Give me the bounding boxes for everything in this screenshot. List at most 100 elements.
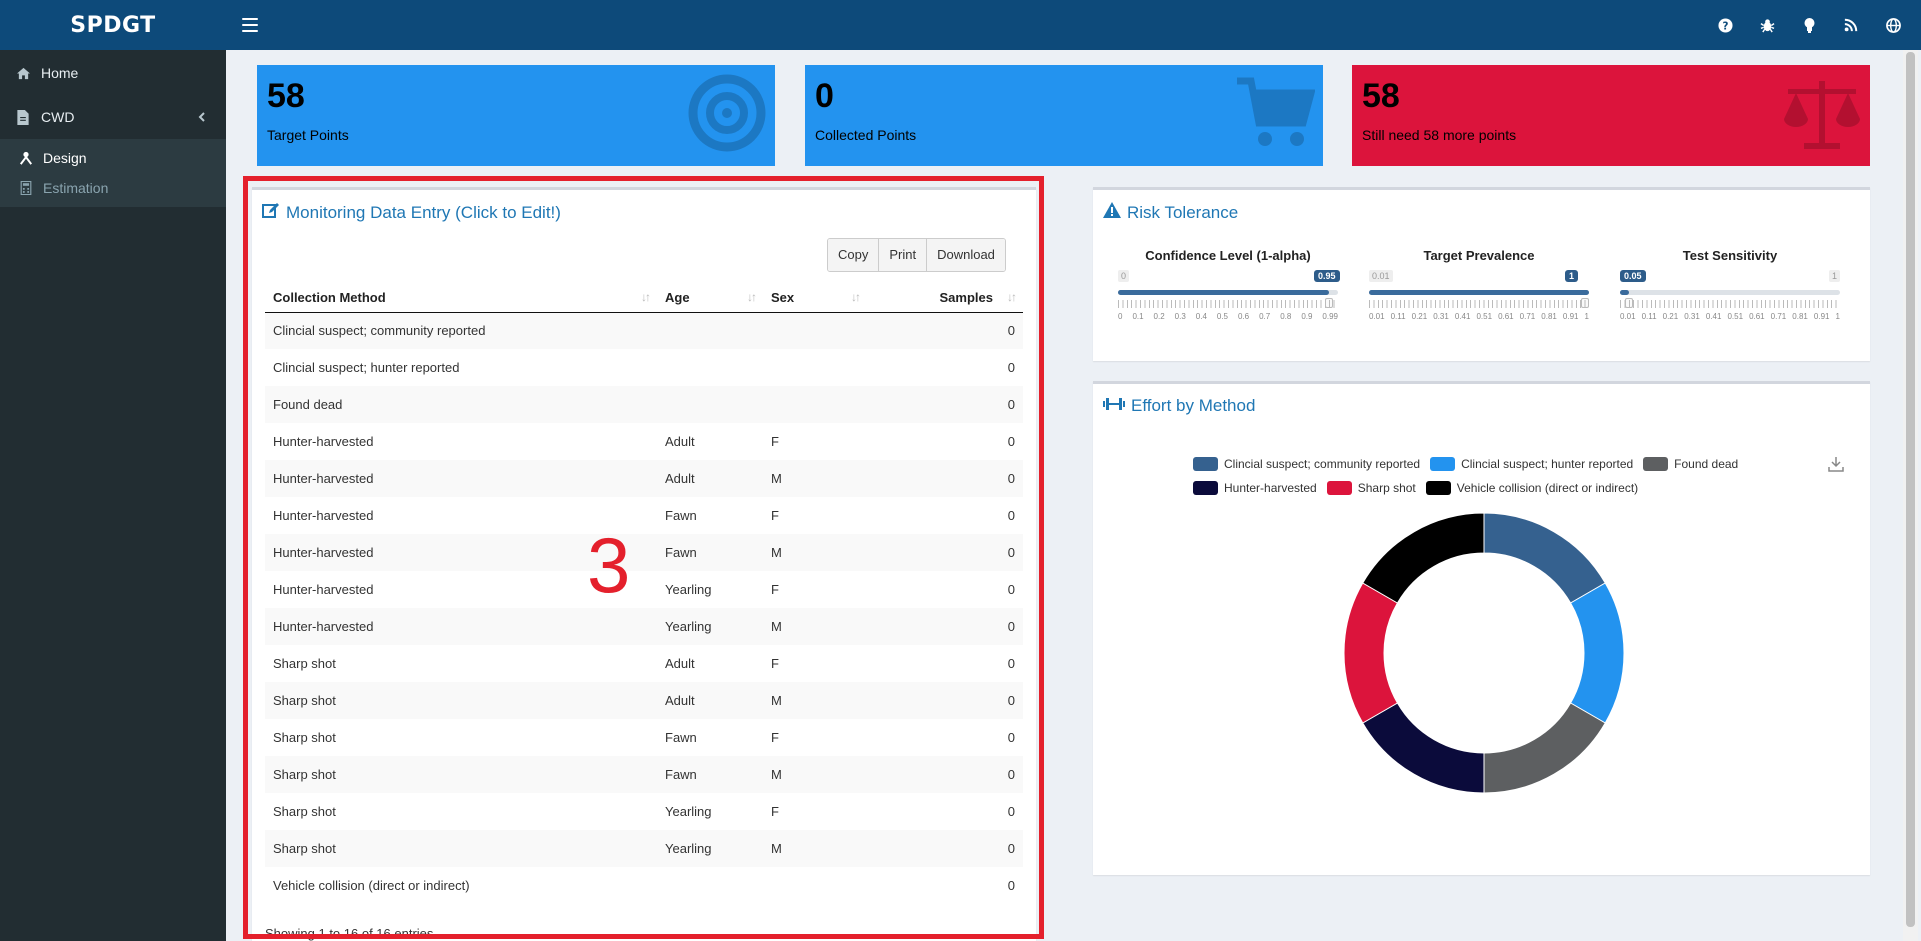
legend-item[interactable]: Sharp shot	[1326, 481, 1416, 495]
sex-cell[interactable]	[763, 312, 867, 349]
samples-cell[interactable]: 0	[867, 534, 1023, 571]
slider-2[interactable]: Target Prevalence 0.01 1 0.01 0.11 0.21 0.31 0.…	[1369, 248, 1589, 328]
age-cell[interactable]	[657, 312, 763, 349]
table-row[interactable]: Clincial suspect; community reported 0	[265, 312, 1023, 349]
samples-cell[interactable]: 0	[867, 682, 1023, 719]
samples-cell[interactable]: 0	[867, 423, 1023, 460]
table-row[interactable]: Clincial suspect; hunter reported 0	[265, 349, 1023, 386]
column-header-sex[interactable]: Sex ↓↑	[763, 284, 867, 313]
donut-slice[interactable]	[1362, 702, 1485, 794]
sidebar-item-estimation[interactable]: Estimation	[0, 173, 226, 203]
method-cell[interactable]: Sharp shot	[265, 719, 657, 756]
donut-slice[interactable]	[1569, 582, 1625, 724]
sex-cell[interactable]: M	[763, 608, 867, 645]
method-cell[interactable]: Clincial suspect; community reported	[265, 312, 657, 349]
table-row[interactable]: Sharp shot Adult M 0	[265, 682, 1023, 719]
copy-button[interactable]: Copy	[828, 239, 880, 271]
sex-cell[interactable]: F	[763, 571, 867, 608]
table-row[interactable]: Hunter-harvested Yearling F 0	[265, 571, 1023, 608]
sex-cell[interactable]: F	[763, 497, 867, 534]
slider-3[interactable]: Test Sensitivity 1 0.05 0.01 0.11 0.21 0.31 0.4…	[1620, 248, 1840, 328]
donut-slice[interactable]	[1483, 702, 1606, 794]
method-cell[interactable]: Sharp shot	[265, 793, 657, 830]
method-cell[interactable]: Hunter-harvested	[265, 460, 657, 497]
age-cell[interactable]: Yearling	[657, 608, 763, 645]
age-cell[interactable]: Yearling	[657, 571, 763, 608]
samples-cell[interactable]: 0	[867, 867, 1023, 904]
page-scrollbar[interactable]	[1903, 50, 1918, 941]
sex-cell[interactable]: M	[763, 534, 867, 571]
sex-cell[interactable]	[763, 386, 867, 423]
column-header-age[interactable]: Age ↓↑	[657, 284, 763, 313]
samples-cell[interactable]: 0	[867, 830, 1023, 867]
samples-cell[interactable]: 0	[867, 571, 1023, 608]
age-cell[interactable]	[657, 386, 763, 423]
sex-cell[interactable]: F	[763, 423, 867, 460]
print-button[interactable]: Print	[879, 239, 928, 271]
method-cell[interactable]: Vehicle collision (direct or indirect)	[265, 867, 657, 904]
sex-cell[interactable]: M	[763, 460, 867, 497]
scrollbar-thumb[interactable]	[1906, 52, 1915, 927]
samples-cell[interactable]: 0	[867, 645, 1023, 682]
age-cell[interactable]: Yearling	[657, 793, 763, 830]
age-cell[interactable]: Yearling	[657, 830, 763, 867]
method-cell[interactable]: Sharp shot	[265, 682, 657, 719]
table-row[interactable]: Sharp shot Yearling M 0	[265, 830, 1023, 867]
method-cell[interactable]: Sharp shot	[265, 830, 657, 867]
sidebar-item-home[interactable]: Home	[0, 51, 226, 95]
table-row[interactable]: Hunter-harvested Fawn M 0	[265, 534, 1023, 571]
download-button[interactable]: Download	[927, 239, 1005, 271]
sidebar-item-cwd[interactable]: CWD	[0, 95, 226, 139]
table-row[interactable]: Sharp shot Yearling F 0	[265, 793, 1023, 830]
method-cell[interactable]: Hunter-harvested	[265, 608, 657, 645]
help-icon[interactable]: ?	[1717, 17, 1733, 33]
donut-slice[interactable]	[1362, 512, 1485, 604]
sex-cell[interactable]: M	[763, 682, 867, 719]
samples-cell[interactable]: 0	[867, 793, 1023, 830]
legend-item[interactable]: Found dead	[1643, 457, 1738, 471]
samples-cell[interactable]: 0	[867, 349, 1023, 386]
sex-cell[interactable]: M	[763, 756, 867, 793]
table-row[interactable]: Hunter-harvested Adult F 0	[265, 423, 1023, 460]
table-row[interactable]: Sharp shot Adult F 0	[265, 645, 1023, 682]
slider-track[interactable]	[1620, 290, 1840, 295]
age-cell[interactable]: Fawn	[657, 719, 763, 756]
donut-slice[interactable]	[1343, 582, 1399, 724]
sex-cell[interactable]: F	[763, 793, 867, 830]
age-cell[interactable]: Adult	[657, 682, 763, 719]
table-row[interactable]: Hunter-harvested Adult M 0	[265, 460, 1023, 497]
samples-cell[interactable]: 0	[867, 719, 1023, 756]
menu-toggle-icon[interactable]	[242, 18, 258, 32]
method-cell[interactable]: Hunter-harvested	[265, 423, 657, 460]
lightbulb-icon[interactable]	[1801, 17, 1817, 33]
method-cell[interactable]: Sharp shot	[265, 756, 657, 793]
age-cell[interactable]	[657, 349, 763, 386]
table-row[interactable]: Hunter-harvested Fawn F 0	[265, 497, 1023, 534]
table-row[interactable]: Found dead 0	[265, 386, 1023, 423]
sex-cell[interactable]: M	[763, 830, 867, 867]
sex-cell[interactable]: F	[763, 719, 867, 756]
samples-cell[interactable]: 0	[867, 460, 1023, 497]
method-cell[interactable]: Clincial suspect; hunter reported	[265, 349, 657, 386]
globe-icon[interactable]	[1885, 17, 1901, 33]
column-header-method[interactable]: Collection Method ↓↑	[265, 284, 657, 313]
age-cell[interactable]: Fawn	[657, 497, 763, 534]
samples-cell[interactable]: 0	[867, 608, 1023, 645]
samples-cell[interactable]: 0	[867, 497, 1023, 534]
age-cell[interactable]	[657, 867, 763, 904]
method-cell[interactable]: Found dead	[265, 386, 657, 423]
age-cell[interactable]: Fawn	[657, 534, 763, 571]
age-cell[interactable]: Fawn	[657, 756, 763, 793]
table-row[interactable]: Hunter-harvested Yearling M 0	[265, 608, 1023, 645]
table-row[interactable]: Vehicle collision (direct or indirect) 0	[265, 867, 1023, 904]
sex-cell[interactable]: F	[763, 645, 867, 682]
sidebar-item-design[interactable]: Design	[0, 143, 226, 173]
age-cell[interactable]: Adult	[657, 423, 763, 460]
age-cell[interactable]: Adult	[657, 460, 763, 497]
bug-icon[interactable]	[1759, 17, 1775, 33]
legend-item[interactable]: Hunter-harvested	[1193, 481, 1317, 495]
table-row[interactable]: Sharp shot Fawn M 0	[265, 756, 1023, 793]
slider-track[interactable]	[1369, 290, 1589, 295]
sex-cell[interactable]	[763, 349, 867, 386]
donut-slice[interactable]	[1483, 512, 1606, 604]
